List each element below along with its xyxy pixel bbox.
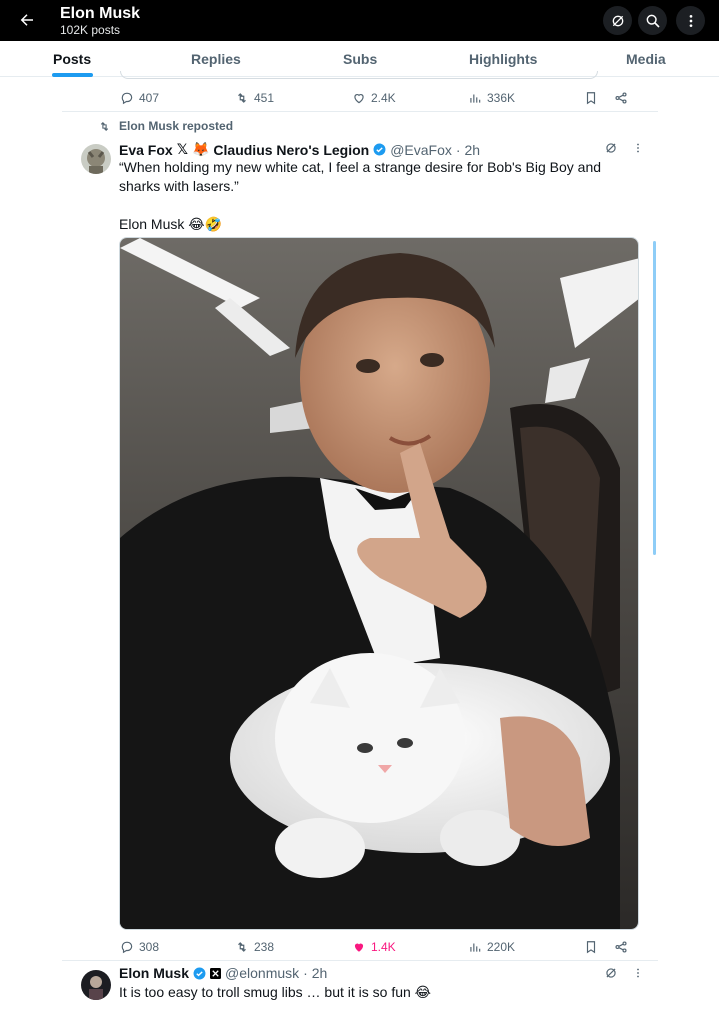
repost-icon bbox=[238, 942, 246, 952]
tab-media[interactable]: Media bbox=[626, 51, 666, 67]
repost-button[interactable]: 238 bbox=[235, 938, 274, 956]
post-top-icons bbox=[604, 141, 644, 155]
post-top-icons bbox=[604, 966, 644, 980]
verified-badge-icon bbox=[373, 143, 386, 156]
views-icon bbox=[470, 94, 481, 103]
divider bbox=[62, 960, 658, 961]
heart-filled-icon bbox=[354, 943, 364, 952]
like-count: 2.4K bbox=[371, 91, 396, 105]
repost-icon bbox=[100, 121, 109, 131]
reply-count: 308 bbox=[139, 940, 160, 954]
profile-name: Elon Musk bbox=[60, 5, 141, 22]
post-text-spacer bbox=[119, 196, 619, 215]
reply-button[interactable]: 407 bbox=[120, 89, 159, 107]
view-count: 336K bbox=[487, 91, 516, 105]
author-name[interactable]: Elon Musk bbox=[119, 965, 189, 981]
tab-posts[interactable]: Posts bbox=[53, 51, 91, 67]
repost-count: 238 bbox=[254, 940, 275, 954]
views-button[interactable]: 220K bbox=[468, 938, 515, 956]
post-text: “When holding my new white cat, I feel a… bbox=[119, 158, 619, 234]
header-title-block: Elon Musk 102K posts bbox=[60, 4, 140, 38]
tab-subs[interactable]: Subs bbox=[343, 51, 377, 67]
grok-icon[interactable] bbox=[603, 6, 632, 35]
reply-count: 407 bbox=[139, 91, 160, 105]
more-icon[interactable] bbox=[632, 967, 644, 979]
more-vertical-icon[interactable] bbox=[676, 6, 705, 35]
repost-count: 451 bbox=[254, 91, 275, 105]
profile-header: Elon Musk 102K posts bbox=[0, 0, 719, 41]
repost-indicator: Elon Musk reposted bbox=[98, 119, 233, 133]
views-button[interactable]: 336K bbox=[468, 89, 515, 107]
divider bbox=[62, 111, 658, 112]
post-author-row: Elon Musk @elonmusk · 2h bbox=[119, 965, 327, 981]
reply-icon bbox=[121, 941, 133, 954]
repost-button[interactable]: 451 bbox=[235, 89, 274, 107]
post-author-row: Eva Fox 𝕏 🦊 Claudius Nero's Legion @EvaF… bbox=[119, 141, 480, 158]
repost-label: Elon Musk reposted bbox=[119, 119, 234, 133]
post-action-bar: 308 238 1.4K 220K bbox=[120, 938, 640, 956]
author-name-extra[interactable]: Claudius Nero's Legion bbox=[213, 142, 369, 158]
x-logo-icon: 𝕏 bbox=[176, 141, 188, 157]
post-text-line: sharks with lasers.” bbox=[119, 178, 239, 194]
bookmark-icon[interactable] bbox=[584, 89, 598, 107]
post-time: · 2h bbox=[303, 965, 328, 981]
share-icon[interactable] bbox=[614, 89, 628, 107]
search-icon[interactable] bbox=[638, 6, 667, 35]
post-text-line: Elon Musk 😂🤣 bbox=[119, 216, 223, 232]
bookmark-icon[interactable] bbox=[584, 938, 598, 956]
heart-icon bbox=[354, 94, 364, 104]
scrollbar[interactable] bbox=[653, 241, 656, 555]
avatar[interactable] bbox=[81, 144, 111, 174]
author-name[interactable]: Eva Fox bbox=[119, 142, 173, 158]
post-photo[interactable] bbox=[119, 237, 639, 930]
tab-replies[interactable]: Replies bbox=[191, 51, 241, 67]
back-arrow-icon[interactable] bbox=[14, 8, 40, 32]
quoted-post-edge bbox=[120, 71, 598, 79]
fox-emoji-icon: 🦊 bbox=[191, 141, 210, 157]
avatar[interactable] bbox=[81, 970, 111, 1000]
like-count: 1.4K bbox=[371, 940, 396, 954]
reply-icon bbox=[121, 92, 133, 105]
prev-post-action-bar: 407 451 2.4K 336K bbox=[120, 89, 640, 107]
reply-button[interactable]: 308 bbox=[120, 938, 159, 956]
post-count: 102K posts bbox=[60, 23, 121, 37]
post-text: It is too easy to troll smug libs … but … bbox=[119, 984, 432, 1000]
repost-icon bbox=[238, 93, 246, 103]
post-time: · 2h bbox=[455, 141, 481, 158]
affiliate-badge-icon bbox=[210, 967, 222, 979]
tab-highlights[interactable]: Highlights bbox=[469, 51, 537, 67]
view-count: 220K bbox=[487, 940, 516, 954]
post-text-line: “When holding my new white cat, I feel a… bbox=[119, 159, 602, 175]
grok-icon[interactable] bbox=[604, 966, 618, 980]
more-icon[interactable] bbox=[632, 142, 644, 154]
timeline: 407 451 2.4K 336K Elon Musk reposted Eva… bbox=[62, 71, 658, 1011]
author-handle[interactable]: @EvaFox bbox=[390, 142, 452, 158]
share-icon[interactable] bbox=[614, 938, 628, 956]
like-button[interactable]: 1.4K bbox=[352, 938, 396, 956]
verified-badge-icon bbox=[193, 967, 206, 979]
author-handle[interactable]: @elonmusk bbox=[225, 965, 299, 981]
views-icon bbox=[470, 943, 481, 952]
grok-icon[interactable] bbox=[604, 141, 618, 155]
like-button[interactable]: 2.4K bbox=[352, 89, 396, 107]
